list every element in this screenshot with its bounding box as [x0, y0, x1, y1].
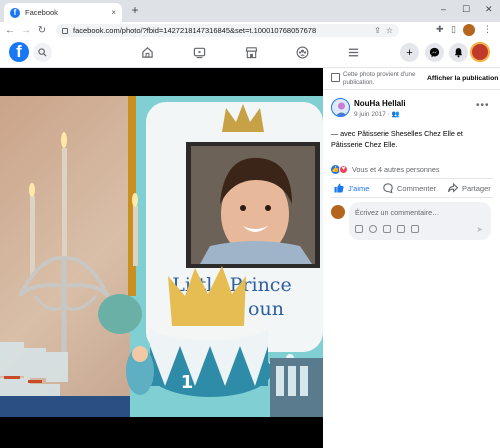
- back-button[interactable]: ←: [4, 25, 16, 36]
- author-name[interactable]: NouHa Hellali: [354, 99, 406, 108]
- new-tab-button[interactable]: +: [128, 3, 142, 19]
- notifications-button[interactable]: [449, 43, 468, 62]
- facebook-logo[interactable]: f: [9, 42, 29, 62]
- audience-friends-icon: 👥: [391, 111, 400, 118]
- browser-tab[interactable]: f Facebook ×: [4, 3, 122, 22]
- bookmark-star-icon[interactable]: ☆: [386, 26, 393, 35]
- comment-label: Commenter: [397, 183, 437, 193]
- reload-button[interactable]: ↻: [36, 25, 48, 36]
- bell-icon: [454, 48, 463, 58]
- home-icon: [141, 46, 153, 58]
- thumbs-up-icon: [334, 183, 344, 193]
- comment-tools: [355, 225, 419, 233]
- watch-icon: [193, 47, 205, 58]
- messenger-button[interactable]: [425, 43, 444, 62]
- lock-icon: [62, 27, 68, 34]
- forward-button[interactable]: →: [20, 25, 32, 36]
- more-options-button[interactable]: •••: [476, 100, 490, 111]
- window-close-button[interactable]: ✕: [485, 4, 493, 15]
- browser-menu-icon[interactable]: ⋮: [483, 24, 492, 35]
- commenter-avatar[interactable]: [331, 205, 345, 219]
- address-bar-row: ← → ↻ facebook.com/photo/?fbid=142721814…: [0, 22, 500, 39]
- post-date-text: 9 juin 2017 ·: [354, 111, 390, 118]
- send-icon[interactable]: ➤: [476, 225, 483, 234]
- share-label: Partager: [462, 183, 491, 193]
- watch-nav-button[interactable]: [192, 45, 206, 59]
- post-action-bar: J'aime Commenter Partager: [331, 178, 493, 198]
- messenger-icon: [429, 47, 440, 58]
- like-button[interactable]: J'aime: [334, 183, 369, 193]
- emoji-icon[interactable]: [369, 225, 377, 233]
- browser-tab-bar: f Facebook × + – ☐ ✕: [0, 0, 500, 22]
- marketplace-icon: [245, 46, 257, 58]
- tagged-page-1[interactable]: Pâtisserie Sheselles Chez Elle: [357, 129, 454, 138]
- tagged-page-2[interactable]: Pâtisserie Chez Elle.: [331, 140, 397, 149]
- groups-nav-button[interactable]: [295, 45, 309, 59]
- account-avatar[interactable]: [470, 42, 490, 62]
- sidepanel-icon[interactable]: ▯: [451, 24, 456, 35]
- tab-title: Facebook: [25, 8, 58, 17]
- create-button[interactable]: +: [400, 43, 419, 62]
- caption-mid: et: [454, 129, 463, 138]
- home-nav-button[interactable]: [140, 45, 154, 59]
- reaction-summary[interactable]: 👍 ♥ Vous et 4 autres personnes: [331, 163, 440, 175]
- post-caption: — avec Pâtisserie Sheselles Chez Elle et…: [331, 128, 491, 150]
- photo-viewer: Little Prince oun 1: [0, 68, 323, 448]
- tab-close-icon[interactable]: ×: [111, 8, 116, 17]
- comment-icon: [383, 183, 393, 193]
- plus-icon: +: [406, 46, 413, 59]
- groups-icon: [296, 46, 308, 58]
- url-text[interactable]: facebook.com/photo/?fbid=142721814731684…: [73, 26, 369, 35]
- sticker-icon[interactable]: [411, 225, 419, 233]
- birthday-photo-image: Little Prince oun 1: [0, 96, 323, 417]
- minimize-button[interactable]: –: [441, 4, 446, 14]
- facebook-favicon-icon: f: [10, 7, 20, 18]
- omnibox[interactable]: facebook.com/photo/?fbid=142721814731684…: [56, 24, 399, 37]
- like-label: J'aime: [348, 183, 370, 193]
- reaction-count-text: Vous et 4 autres personnes: [352, 164, 440, 174]
- post-date[interactable]: 9 juin 2017 · 👥: [354, 110, 400, 118]
- share-icon[interactable]: ⇪: [374, 26, 381, 35]
- share-arrow-icon: [448, 183, 458, 193]
- search-icon: [38, 48, 47, 57]
- cake-number: 1: [181, 372, 194, 393]
- marketplace-nav-button[interactable]: [244, 45, 258, 59]
- search-button[interactable]: [33, 43, 52, 62]
- comment-placeholder: Écrivez un commentaire…: [355, 208, 440, 217]
- comment-input[interactable]: Écrivez un commentaire… ➤: [349, 202, 491, 240]
- share-button[interactable]: Partager: [448, 183, 491, 193]
- extensions-icon[interactable]: ✚: [436, 24, 444, 35]
- photo-source-notice: Cette photo provient d'une publication. …: [323, 68, 500, 90]
- love-reaction-icon: ♥: [339, 164, 348, 174]
- maximize-button[interactable]: ☐: [462, 4, 470, 15]
- author-avatar[interactable]: [331, 98, 350, 117]
- menu-icon: [348, 48, 358, 56]
- info-icon: [331, 73, 340, 82]
- menu-nav-button[interactable]: [346, 45, 360, 59]
- gif-icon[interactable]: [397, 225, 405, 233]
- avatar-sticker-icon[interactable]: [355, 225, 363, 233]
- comment-button[interactable]: Commenter: [383, 183, 436, 193]
- post-side-panel: Cette photo provient d'une publication. …: [323, 68, 500, 448]
- notice-text: Cette photo provient d'une publication.: [343, 71, 416, 86]
- post-photo[interactable]: Little Prince oun 1: [0, 96, 323, 417]
- browser-profile-avatar[interactable]: [463, 24, 475, 36]
- photo-banner-line2: oun: [248, 298, 284, 320]
- caption-prefix: — avec: [331, 129, 358, 138]
- camera-icon[interactable]: [383, 225, 391, 233]
- show-post-link[interactable]: Afficher la publication: [427, 75, 498, 82]
